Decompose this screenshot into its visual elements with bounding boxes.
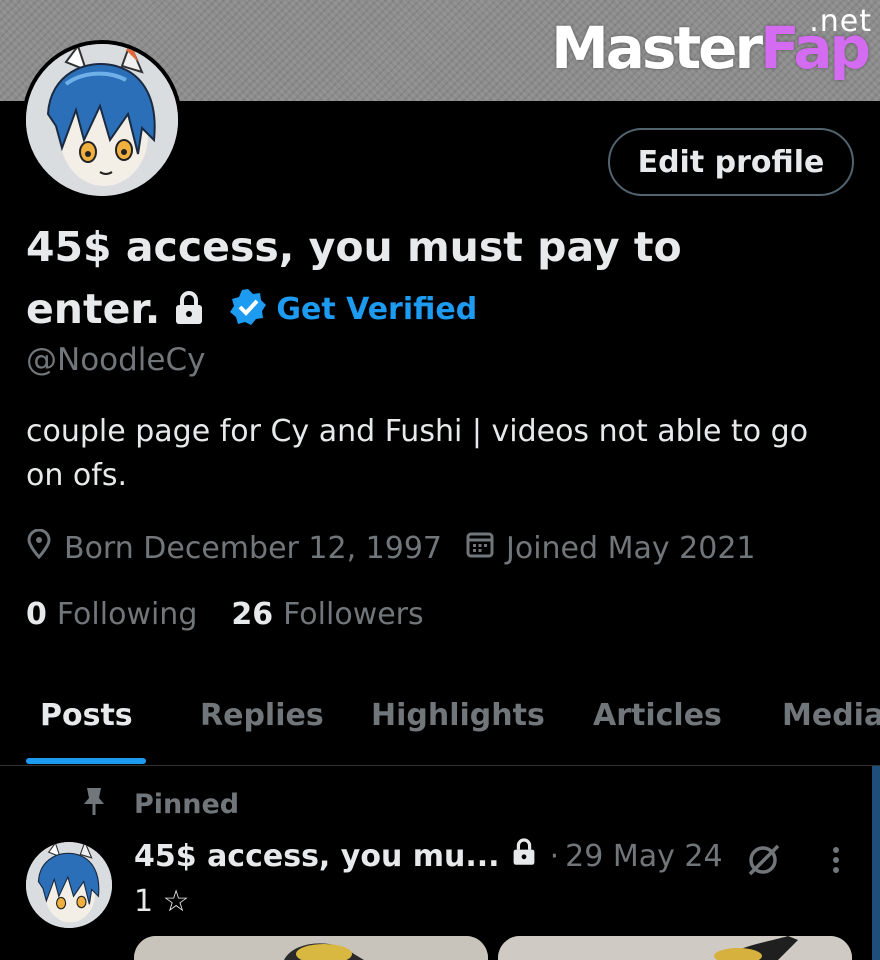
pin-icon — [82, 786, 134, 823]
post-header: 45$ access, you mu... · 29 May 24 — [134, 838, 723, 874]
bio-line2: on ofs. — [26, 458, 127, 493]
watermark-accent: Fap — [760, 14, 871, 82]
followers-label: Followers — [283, 597, 424, 632]
post-date[interactable]: 29 May 24 — [565, 839, 722, 874]
post-text: 1 ☆ — [134, 884, 190, 919]
profile-tabs: Posts Replies Highlights Articles Media — [0, 680, 880, 766]
following-count: 0 — [26, 597, 47, 632]
post-lock-icon — [512, 838, 536, 874]
location-icon — [26, 528, 64, 567]
joined-text: Joined May 2021 — [506, 530, 756, 566]
display-name-line2: enter. — [26, 285, 161, 333]
media-2-preview — [498, 936, 852, 960]
scroll-edge — [872, 766, 880, 960]
more-icon[interactable] — [826, 842, 846, 882]
profile-meta: Born December 12, 1997 Joined May 2021 — [26, 528, 780, 568]
post-media-1[interactable] — [134, 936, 488, 960]
tab-posts[interactable]: Posts — [40, 698, 133, 733]
post-media-2[interactable] — [498, 936, 852, 960]
followers-count: 26 — [231, 597, 274, 632]
post-separator: · — [549, 838, 560, 874]
tab-articles[interactable]: Articles — [593, 698, 722, 733]
following-link[interactable]: 0 Following — [26, 597, 197, 632]
bio-line1: couple page for Cy and Fushi | videos no… — [26, 414, 809, 449]
get-verified-link[interactable]: Get Verified — [276, 292, 477, 327]
birthday-text: Born December 12, 1997 — [64, 530, 442, 566]
pinned-label: Pinned — [134, 789, 240, 820]
grok-icon[interactable] — [744, 842, 784, 882]
watermark-text: MasterFap — [551, 14, 871, 82]
following-label: Following — [56, 597, 198, 632]
watermark-main: Master — [551, 14, 763, 82]
verified-badge-icon[interactable] — [228, 282, 268, 344]
calendar-icon — [466, 530, 506, 566]
profile-avatar[interactable] — [22, 40, 182, 200]
media-1-preview — [134, 936, 488, 960]
tab-replies[interactable]: Replies — [200, 698, 324, 733]
tab-media[interactable]: Media — [782, 698, 880, 733]
active-tab-indicator — [26, 758, 146, 764]
tab-highlights[interactable]: Highlights — [371, 698, 545, 733]
post-author-name[interactable]: 45$ access, you mu... — [134, 839, 500, 874]
display-name: 45$ access, you must pay to enter. Get Ve… — [26, 216, 746, 344]
profile-bio: couple page for Cy and Fushi | videos no… — [26, 410, 846, 498]
followers-link[interactable]: 26 Followers — [231, 597, 423, 632]
user-handle: @NoodleCy — [26, 342, 206, 378]
edit-profile-button[interactable]: Edit profile — [608, 128, 854, 196]
joined-item: Joined May 2021 — [466, 530, 756, 566]
post-avatar[interactable] — [26, 842, 112, 928]
birthday-item: Born December 12, 1997 — [26, 528, 442, 567]
post-avatar-art — [26, 842, 112, 928]
avatar-art — [26, 44, 178, 196]
pinned-indicator: Pinned — [82, 786, 239, 823]
follow-stats: 0 Following 26 Followers — [26, 597, 458, 632]
display-name-line1: 45$ access, you must pay to — [26, 223, 682, 271]
lock-icon — [174, 280, 204, 342]
